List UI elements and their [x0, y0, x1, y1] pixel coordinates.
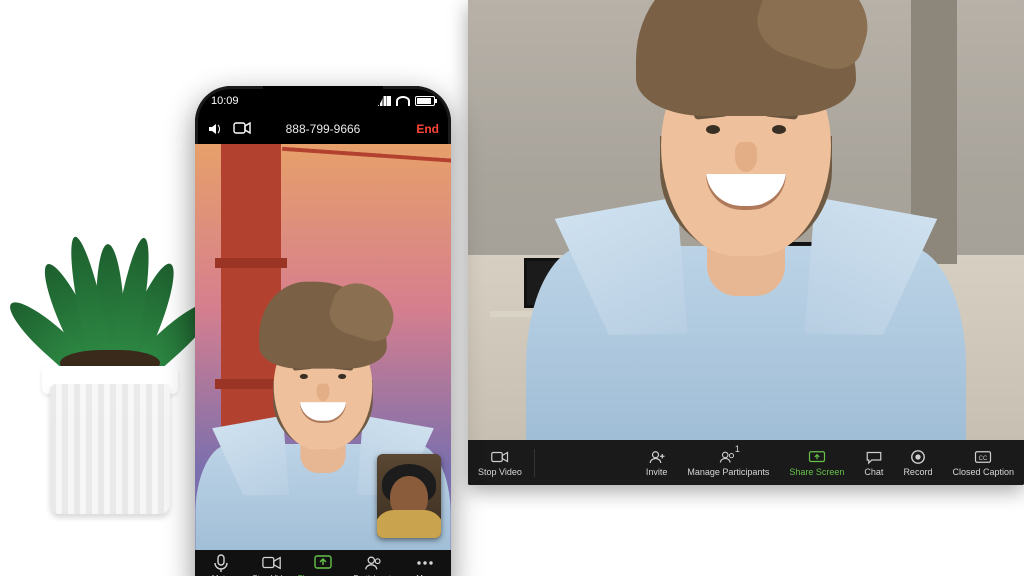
- invite-icon: [648, 449, 666, 465]
- chat-icon: [865, 449, 883, 465]
- closed-caption-button[interactable]: CC Closed Caption: [942, 440, 1024, 485]
- invite-label: Invite: [646, 467, 668, 477]
- phone-meeting-toolbar: Mute Stop Video Share Content Participan…: [195, 550, 451, 576]
- video-camera-icon: [262, 554, 282, 572]
- more-button[interactable]: More: [400, 554, 451, 576]
- desktop-main-video[interactable]: [468, 0, 1024, 440]
- manage-participants-label: Manage Participants: [687, 467, 769, 477]
- manage-participants-button[interactable]: 1 Manage Participants: [677, 440, 779, 485]
- plant-decoration: [20, 204, 200, 514]
- record-icon: [909, 449, 927, 465]
- chat-button[interactable]: Chat: [854, 440, 893, 485]
- chat-label: Chat: [864, 467, 883, 477]
- phone-meeting-header: 888-799-9666 End: [195, 114, 451, 144]
- phone-zoom-app: 10:09 888-799-9666 End: [195, 86, 451, 576]
- stop-video-button-mobile[interactable]: Stop Video: [246, 554, 297, 576]
- share-screen-button[interactable]: Share Screen: [779, 440, 854, 485]
- share-screen-label: Share Screen: [789, 467, 844, 477]
- battery-icon: [415, 96, 435, 106]
- video-camera-icon: [491, 449, 509, 465]
- meeting-id-label: 888-799-9666: [195, 122, 451, 136]
- share-content-icon: [313, 554, 333, 572]
- participant-count-badge: 1: [735, 444, 740, 454]
- share-content-button[interactable]: Share Content: [297, 554, 348, 576]
- picture-in-picture-thumbnail[interactable]: [377, 454, 441, 538]
- participants-button-mobile[interactable]: Participants: [349, 554, 400, 576]
- share-screen-icon: [808, 449, 826, 465]
- closed-caption-label: Closed Caption: [952, 467, 1014, 477]
- stop-video-label: Stop Video: [478, 467, 522, 477]
- more-icon: [415, 554, 435, 572]
- phone-notch: [263, 86, 383, 110]
- status-time: 10:09: [211, 95, 239, 107]
- record-button[interactable]: Record: [893, 440, 942, 485]
- desktop-meeting-toolbar: Stop Video Invite 1 Manage Participants …: [468, 440, 1024, 485]
- participants-icon: [364, 554, 384, 572]
- mute-button[interactable]: Mute: [195, 554, 246, 576]
- closed-caption-icon: CC: [974, 449, 992, 465]
- desktop-zoom-window: Stop Video Invite 1 Manage Participants …: [468, 0, 1024, 485]
- stop-video-button[interactable]: Stop Video: [468, 440, 532, 485]
- promo-scene: Stop Video Invite 1 Manage Participants …: [0, 0, 1024, 576]
- microphone-icon: [211, 554, 231, 572]
- svg-text:CC: CC: [979, 456, 988, 462]
- wifi-icon: [396, 96, 410, 106]
- invite-button[interactable]: Invite: [636, 440, 678, 485]
- record-label: Record: [903, 467, 932, 477]
